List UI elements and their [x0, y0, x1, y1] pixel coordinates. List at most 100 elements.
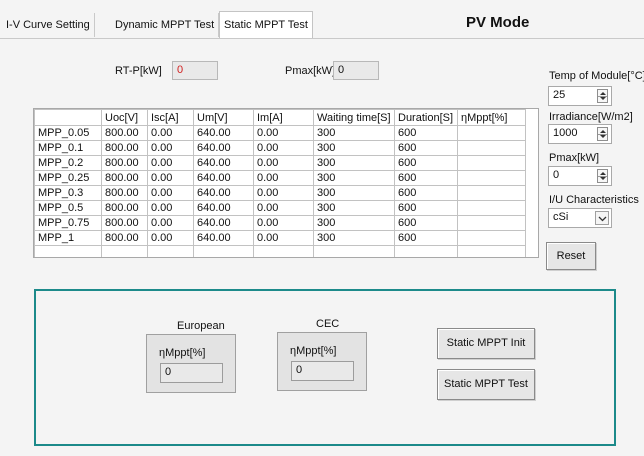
mppt-table[interactable]: Uoc[V] Isc[A] Um[V] Im[A] Waiting time[S…	[33, 108, 539, 258]
column-header: ηMppt[%]	[457, 109, 526, 126]
isc-cell[interactable]: 0.00	[147, 215, 194, 231]
european-panel: ηMppt[%] 0	[146, 334, 236, 393]
iu-characteristics-select[interactable]: cSi	[548, 208, 612, 228]
uoc-cell[interactable]: 800.00	[101, 230, 148, 246]
isc-cell[interactable]: 0.00	[147, 125, 194, 141]
im-cell[interactable]: 0.00	[253, 155, 314, 171]
mppt-cell[interactable]	[457, 170, 526, 186]
um-cell[interactable]: 640.00	[193, 215, 254, 231]
tab-static-mppt-test[interactable]: Static MPPT Test	[219, 11, 313, 39]
um-cell[interactable]: 640.00	[193, 230, 254, 246]
mppt-cell[interactable]	[457, 230, 526, 246]
table-row[interactable]: MPP_1 800.00 0.00 640.00 0.00 300 600	[34, 230, 526, 246]
tab-dynamic-mppt-test[interactable]: Dynamic MPPT Test	[111, 13, 220, 37]
uoc-cell[interactable]: 800.00	[101, 155, 148, 171]
table-row[interactable]: MPP_0.05 800.00 0.00 640.00 0.00 300 600	[34, 125, 526, 141]
tab-bar: I-V Curve Setting Dynamic MPPT Test Stat…	[0, 0, 644, 40]
row-label-cell[interactable]: MPP_0.3	[34, 185, 102, 201]
mppt-cell[interactable]	[457, 140, 526, 156]
column-header: Um[V]	[193, 109, 254, 126]
row-label-cell[interactable]: MPP_0.25	[34, 170, 102, 186]
isc-cell[interactable]: 0.00	[147, 140, 194, 156]
static-mppt-init-button[interactable]: Static MPPT Init	[437, 328, 535, 359]
waiting-time-cell[interactable]: 300	[313, 155, 395, 171]
uoc-cell[interactable]: 800.00	[101, 140, 148, 156]
table-row[interactable]: MPP_0.3 800.00 0.00 640.00 0.00 300 600	[34, 185, 526, 201]
um-cell[interactable]: 640.00	[193, 125, 254, 141]
mppt-cell[interactable]	[457, 125, 526, 141]
row-label-cell[interactable]: MPP_0.05	[34, 125, 102, 141]
spin-updown-icon[interactable]	[597, 169, 608, 183]
duration-cell[interactable]: 600	[394, 125, 458, 141]
table-row[interactable]: MPP_0.25 800.00 0.00 640.00 0.00 300 600	[34, 170, 526, 186]
uoc-cell[interactable]: 800.00	[101, 185, 148, 201]
waiting-time-cell[interactable]: 300	[313, 200, 395, 216]
mppt-cell[interactable]	[457, 155, 526, 171]
pmax-stepper[interactable]: 0	[548, 166, 612, 186]
im-cell[interactable]: 0.00	[253, 215, 314, 231]
um-cell[interactable]: 640.00	[193, 200, 254, 216]
empty-cell	[394, 245, 458, 257]
static-mppt-test-button[interactable]: Static MPPT Test	[437, 369, 535, 400]
mppt-cell[interactable]	[457, 215, 526, 231]
im-cell[interactable]: 0.00	[253, 170, 314, 186]
duration-cell[interactable]: 600	[394, 185, 458, 201]
im-cell[interactable]: 0.00	[253, 125, 314, 141]
isc-cell[interactable]: 0.00	[147, 200, 194, 216]
uoc-cell[interactable]: 800.00	[101, 215, 148, 231]
cec-mppt-label: ηMppt[%]	[290, 345, 337, 357]
row-label-cell[interactable]: MPP_0.75	[34, 215, 102, 231]
duration-cell[interactable]: 600	[394, 155, 458, 171]
irradiance-value: 1000	[553, 127, 578, 139]
isc-cell[interactable]: 0.00	[147, 155, 194, 171]
duration-cell[interactable]: 600	[394, 170, 458, 186]
duration-cell[interactable]: 600	[394, 230, 458, 246]
isc-cell[interactable]: 0.00	[147, 230, 194, 246]
um-cell[interactable]: 640.00	[193, 140, 254, 156]
row-label-cell[interactable]: MPP_0.5	[34, 200, 102, 216]
table-row[interactable]: MPP_0.2 800.00 0.00 640.00 0.00 300 600	[34, 155, 526, 171]
reset-button[interactable]: Reset	[546, 242, 596, 270]
waiting-time-cell[interactable]: 300	[313, 140, 395, 156]
um-cell[interactable]: 640.00	[193, 155, 254, 171]
empty-cell	[101, 245, 148, 257]
row-label-cell[interactable]: MPP_0.1	[34, 140, 102, 156]
duration-cell[interactable]: 600	[394, 215, 458, 231]
row-label-cell[interactable]: MPP_0.2	[34, 155, 102, 171]
uoc-cell[interactable]: 800.00	[101, 170, 148, 186]
spin-updown-icon[interactable]	[597, 127, 608, 141]
mppt-cell[interactable]	[457, 185, 526, 201]
duration-cell[interactable]: 600	[394, 200, 458, 216]
european-mppt-field: 0	[160, 363, 223, 383]
duration-cell[interactable]: 600	[394, 140, 458, 156]
im-cell[interactable]: 0.00	[253, 230, 314, 246]
im-cell[interactable]: 0.00	[253, 185, 314, 201]
chevron-down-icon[interactable]	[595, 211, 609, 225]
spin-updown-icon[interactable]	[597, 89, 608, 103]
column-header	[34, 109, 102, 126]
uoc-cell[interactable]: 800.00	[101, 200, 148, 216]
table-row[interactable]: MPP_0.1 800.00 0.00 640.00 0.00 300 600	[34, 140, 526, 156]
um-cell[interactable]: 640.00	[193, 185, 254, 201]
tab-iv-curve-setting[interactable]: I-V Curve Setting	[2, 13, 95, 37]
waiting-time-cell[interactable]: 300	[313, 230, 395, 246]
row-label-cell[interactable]: MPP_1	[34, 230, 102, 246]
waiting-time-cell[interactable]: 300	[313, 185, 395, 201]
irradiance-stepper[interactable]: 1000	[548, 124, 612, 144]
table-row[interactable]: MPP_0.75 800.00 0.00 640.00 0.00 300 600	[34, 215, 526, 231]
uoc-cell[interactable]: 800.00	[101, 125, 148, 141]
waiting-time-cell[interactable]: 300	[313, 125, 395, 141]
irradiance-label: Irradiance[W/m2]	[549, 111, 633, 123]
waiting-time-cell[interactable]: 300	[313, 170, 395, 186]
isc-cell[interactable]: 0.00	[147, 185, 194, 201]
european-title: European	[177, 320, 225, 332]
im-cell[interactable]: 0.00	[253, 140, 314, 156]
um-cell[interactable]: 640.00	[193, 170, 254, 186]
column-header: Duration[S]	[394, 109, 458, 126]
im-cell[interactable]: 0.00	[253, 200, 314, 216]
waiting-time-cell[interactable]: 300	[313, 215, 395, 231]
table-row[interactable]: MPP_0.5 800.00 0.00 640.00 0.00 300 600	[34, 200, 526, 216]
isc-cell[interactable]: 0.00	[147, 170, 194, 186]
temp-stepper[interactable]: 25	[548, 86, 612, 106]
mppt-cell[interactable]	[457, 200, 526, 216]
